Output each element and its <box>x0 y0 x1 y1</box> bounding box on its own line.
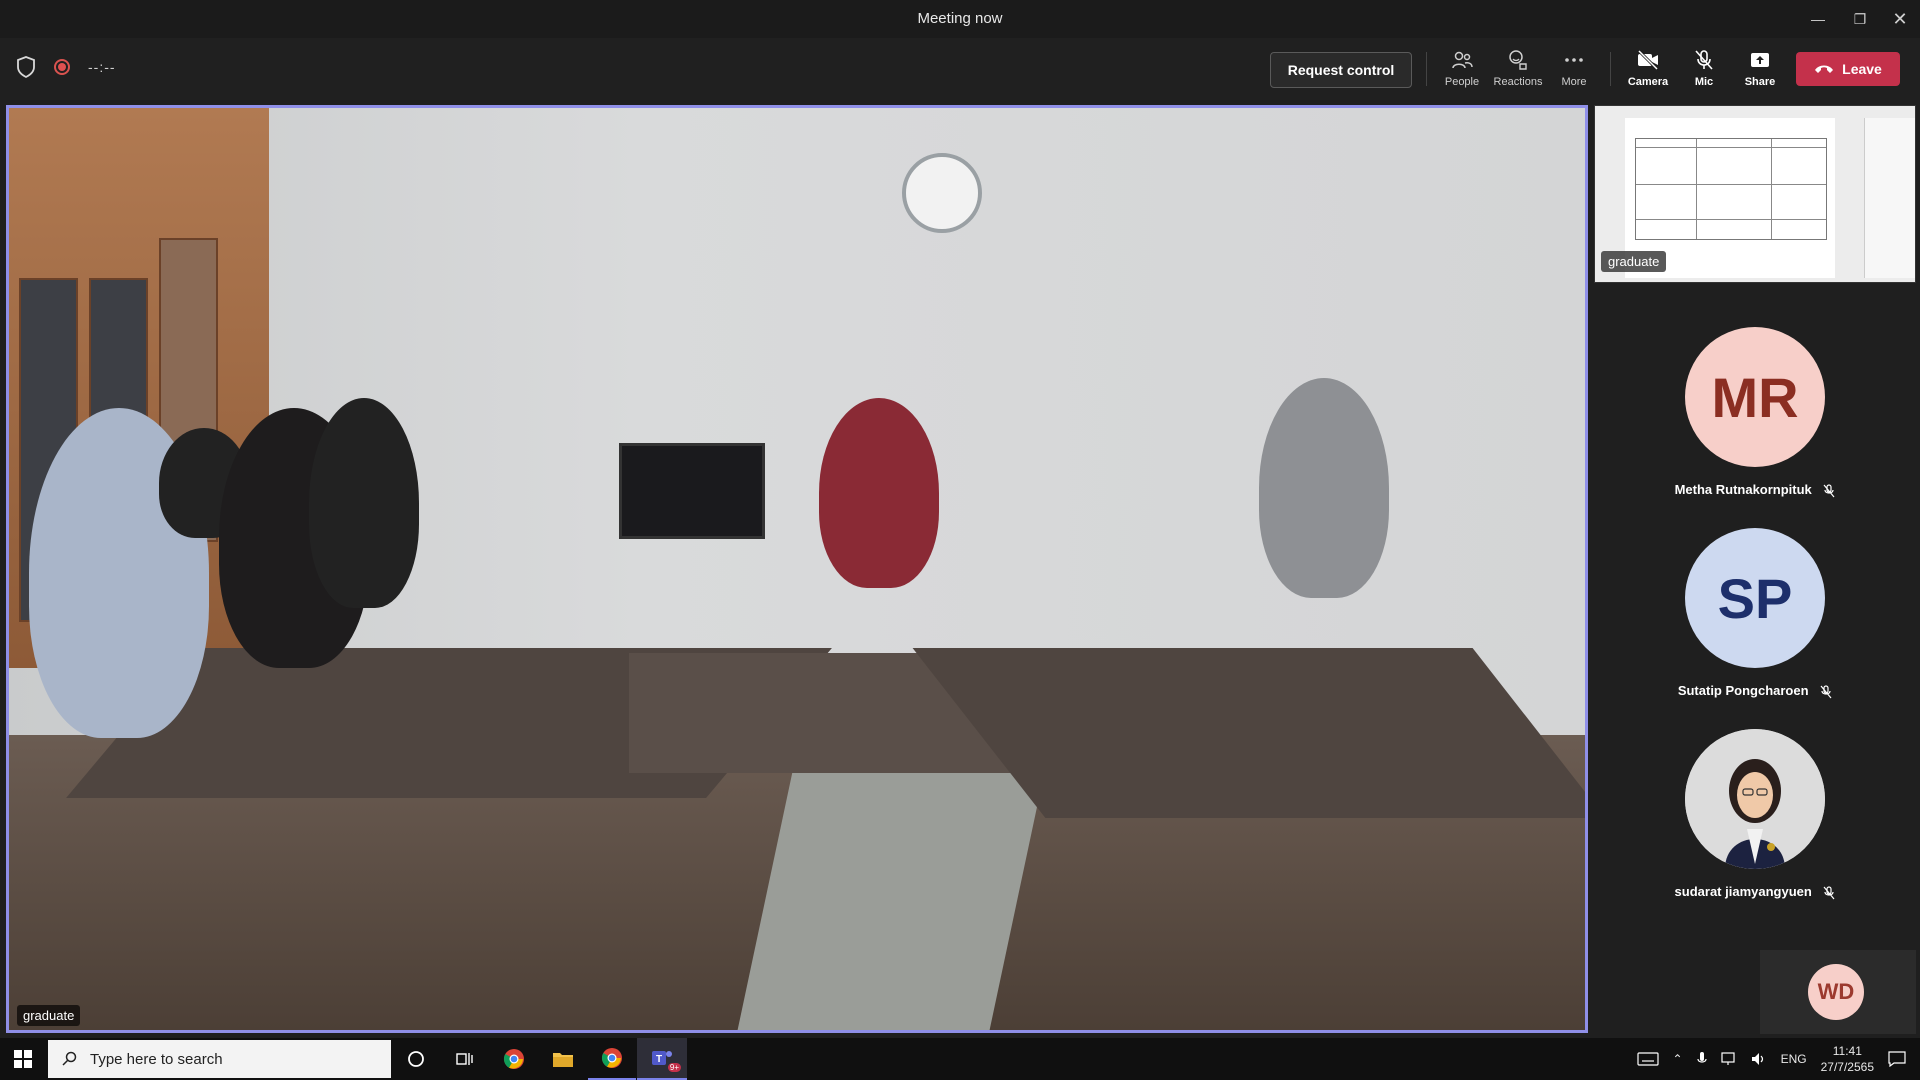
request-control-button[interactable]: Request control <box>1270 52 1412 88</box>
video-person <box>819 398 939 588</box>
taskbar-chrome[interactable] <box>490 1038 538 1080</box>
people-label: People <box>1444 76 1480 88</box>
svg-text:T: T <box>656 1054 662 1065</box>
recording-icon <box>54 59 70 75</box>
taskbar-teams[interactable]: T 9+ <box>637 1038 687 1080</box>
screen-share-tile[interactable]: graduate <box>1594 105 1916 283</box>
system-tray: ⌃ ENG 11:41 27/7/2565 <box>1636 1038 1920 1080</box>
mic-off-icon <box>1823 885 1835 899</box>
share-label: Share <box>1744 76 1776 88</box>
notifications-icon[interactable] <box>1888 1051 1906 1067</box>
reactions-button[interactable]: Reactions <box>1491 48 1545 94</box>
shield-icon[interactable] <box>16 56 36 78</box>
more-button[interactable]: More <box>1547 48 1601 94</box>
mic-button[interactable]: Mic <box>1677 48 1731 94</box>
windows-logo-icon <box>14 1050 32 1068</box>
people-button[interactable]: People <box>1435 48 1489 94</box>
start-button[interactable] <box>0 1038 46 1080</box>
teams-badge: 9+ <box>667 1063 681 1072</box>
avatar <box>1685 729 1825 869</box>
search-icon <box>62 1051 77 1066</box>
clock-date: 27/7/2565 <box>1820 1060 1874 1074</box>
participant-name: Sutatip Pongcharoen <box>1677 683 1809 698</box>
cortana-icon <box>408 1051 424 1067</box>
chevron-up-icon[interactable]: ⌃ <box>1673 1052 1683 1066</box>
mic-label: Mic <box>1694 76 1714 88</box>
taskbar-search-input[interactable]: Type here to search <box>48 1040 391 1078</box>
toolbar-divider <box>1426 52 1427 86</box>
language-indicator[interactable]: ENG <box>1781 1052 1807 1066</box>
more-label: More <box>1561 76 1587 88</box>
mic-off-icon <box>1820 684 1832 698</box>
participant-name: sudarat jiamyangyuen <box>1674 884 1812 899</box>
window-title: Meeting now <box>917 10 1003 27</box>
cortana-button[interactable] <box>392 1038 440 1080</box>
participant-tile[interactable]: MR Metha Rutnakornpituk <box>1594 327 1916 527</box>
title-bar: Meeting now — ❐ ✕ <box>0 0 1920 38</box>
leave-label: Leave <box>1842 61 1882 77</box>
network-icon[interactable] <box>1720 1052 1737 1066</box>
avatar: MR <box>1685 327 1825 467</box>
reactions-icon <box>1509 50 1527 70</box>
video-person <box>309 398 419 608</box>
share-button[interactable]: Share <box>1733 48 1787 94</box>
more-icon <box>1565 58 1583 62</box>
people-icon <box>1452 51 1473 69</box>
shared-document-table <box>1635 138 1827 240</box>
avatar: SP <box>1685 528 1825 668</box>
self-view-tile[interactable]: WD <box>1760 950 1916 1034</box>
toolbar-divider <box>1610 52 1611 86</box>
chrome-icon <box>601 1048 622 1068</box>
camera-label: Camera <box>1627 76 1669 88</box>
meeting-toolbar: --:-- Request control People Reactions M… <box>0 38 1920 100</box>
mic-off-icon <box>1695 50 1713 70</box>
screen-share-name: graduate <box>1601 251 1667 272</box>
participant-tile[interactable]: sudarat jiamyangyuen <box>1594 729 1916 929</box>
minimize-icon[interactable]: — <box>1798 0 1838 38</box>
volume-icon[interactable] <box>1751 1052 1767 1066</box>
clock-time: 11:41 <box>1832 1044 1862 1058</box>
task-view-icon <box>456 1053 473 1065</box>
profile-photo <box>1685 729 1825 869</box>
close-icon[interactable]: ✕ <box>1880 0 1920 38</box>
hang-up-icon <box>1815 65 1834 73</box>
leave-button[interactable]: Leave <box>1796 52 1900 86</box>
windows-taskbar: Type here to search T 9+ ⌃ ENG 11:41 27/… <box>0 1038 1920 1080</box>
share-icon <box>1751 53 1769 67</box>
reactions-label: Reactions <box>1493 76 1543 88</box>
main-video-tile[interactable]: graduate <box>6 105 1588 1033</box>
camera-off-icon <box>1637 49 1659 71</box>
taskbar-clock[interactable]: 11:41 27/7/2565 <box>1821 1043 1874 1075</box>
meeting-timer: --:-- <box>88 59 116 75</box>
taskbar-chrome-2[interactable] <box>588 1038 636 1080</box>
taskbar-file-explorer[interactable] <box>539 1038 587 1080</box>
participant-tile[interactable]: SP Sutatip Pongcharoen <box>1594 528 1916 728</box>
task-view-button[interactable] <box>440 1038 488 1080</box>
microphone-icon[interactable] <box>1696 1051 1707 1067</box>
self-avatar: WD <box>1808 964 1864 1020</box>
main-video-name: graduate <box>17 1005 81 1026</box>
video-monitor <box>619 443 765 539</box>
wall-clock <box>902 153 982 233</box>
restore-icon[interactable]: ❐ <box>1840 0 1880 38</box>
camera-button[interactable]: Camera <box>1621 48 1675 94</box>
chrome-icon <box>503 1049 524 1069</box>
video-person <box>1259 378 1389 598</box>
search-placeholder: Type here to search <box>90 1050 223 1068</box>
keyboard-icon[interactable] <box>1636 1052 1659 1066</box>
folder-icon <box>553 1053 573 1067</box>
participant-name: Metha Rutnakornpituk <box>1674 482 1812 497</box>
mic-off-icon <box>1823 483 1835 497</box>
